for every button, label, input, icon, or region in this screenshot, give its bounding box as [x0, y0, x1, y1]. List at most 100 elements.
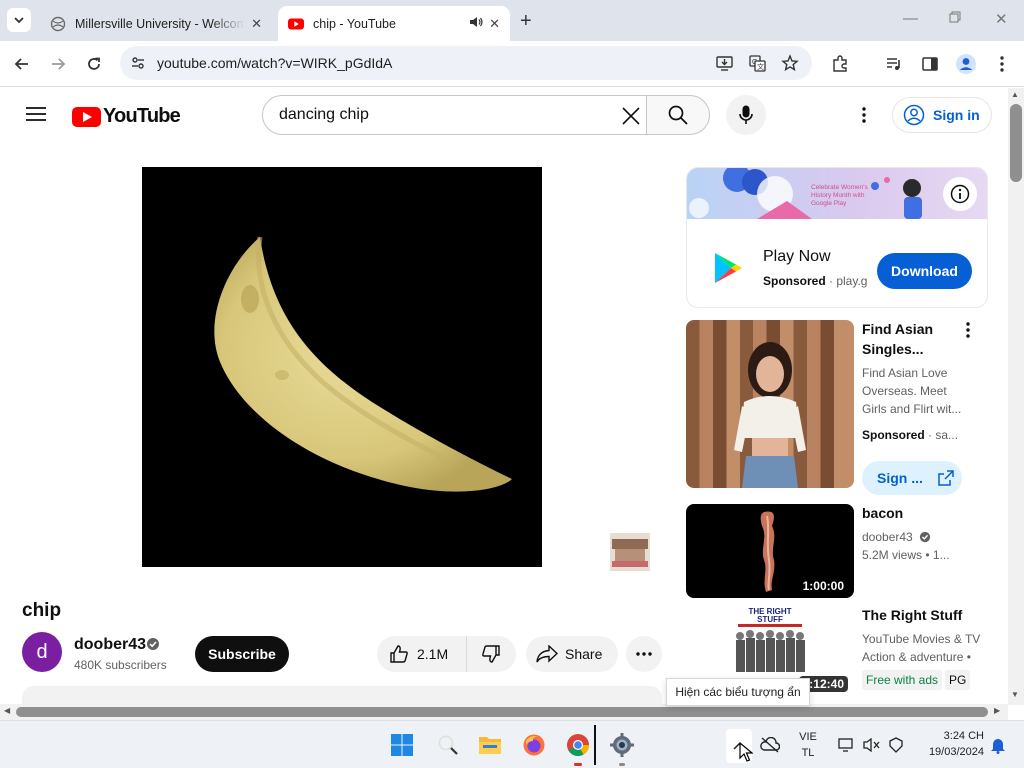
recommendation-thumbnail[interactable]: 1:00:00 [686, 504, 854, 598]
search-input[interactable]: dancing chip [262, 95, 647, 135]
recommendation-menu-icon[interactable] [966, 322, 970, 343]
video-frame[interactable] [142, 167, 542, 567]
account-circle-icon [903, 104, 925, 126]
volume-muted-icon[interactable] [860, 733, 884, 757]
site-settings-icon[interactable] [130, 55, 146, 71]
windows-start-icon[interactable] [390, 733, 414, 757]
person-photo-image [734, 342, 806, 488]
reload-icon[interactable] [83, 53, 105, 75]
clear-search-icon[interactable] [622, 107, 640, 125]
side-panel-icon[interactable] [919, 53, 941, 75]
close-icon[interactable]: ✕ [489, 16, 500, 32]
translate-icon[interactable]: G文 [749, 55, 766, 72]
settings-kebab-icon[interactable] [862, 107, 866, 128]
tab-title: chip - YouTube [313, 16, 396, 31]
forward-arrow-icon[interactable] [47, 53, 69, 75]
google-play-icon [715, 253, 742, 283]
bookmark-star-icon[interactable] [781, 54, 799, 72]
tab-strip: Millersville University - Welcome ✕ chip… [0, 0, 1024, 41]
install-app-icon[interactable] [716, 55, 733, 72]
show-hidden-icons-tooltip: Hiện các biểu tượng ẩn [666, 678, 810, 706]
address-bar[interactable]: youtube.com/watch?v=WIRK_pGdIdA G文 [120, 46, 812, 80]
channel-avatar[interactable]: d [22, 632, 62, 672]
clock-date[interactable]: 19/03/2024 [912, 746, 984, 758]
verified-check-icon [919, 531, 931, 543]
close-icon[interactable]: ✕ [251, 16, 262, 32]
notification-bell-icon[interactable] [986, 733, 1010, 757]
profile-avatar-icon[interactable] [955, 53, 977, 75]
search-button[interactable] [646, 95, 710, 135]
restore-icon[interactable] [949, 10, 961, 27]
keyboard-layout[interactable]: TL [794, 747, 822, 759]
firefox-icon[interactable] [522, 733, 546, 757]
ad-info-button[interactable] [943, 177, 977, 211]
share-label: Share [565, 646, 603, 662]
subscribe-button[interactable]: Subscribe [195, 636, 289, 672]
recommendation-sponsored-line: Sponsored · sa... [862, 426, 970, 444]
recommendation-title[interactable]: Find Asian Singles... [862, 319, 962, 359]
onedrive-offline-icon[interactable] [758, 733, 782, 757]
ad-sign-in-label: Sign ... [877, 470, 923, 486]
media-control-icon[interactable] [883, 53, 905, 75]
window-close-icon[interactable]: ✕ [995, 10, 1008, 28]
chrome-active-indicator [574, 763, 582, 766]
voice-search-button[interactable] [726, 95, 766, 135]
horizontal-scroll-thumb[interactable] [16, 707, 988, 717]
sign-in-label: Sign in [933, 107, 980, 123]
like-button[interactable]: 2.1M [377, 636, 467, 672]
ad-domain: · play.g [829, 274, 868, 288]
share-button[interactable]: Share [526, 636, 618, 672]
scroll-down-arrow-icon[interactable]: ▼ [1011, 690, 1019, 699]
settings-gear-icon[interactable] [610, 733, 634, 757]
youtube-logo[interactable]: YouTube [72, 105, 181, 128]
svg-text:文: 文 [757, 62, 764, 71]
tab-search-button[interactable] [7, 8, 31, 32]
video-title: chip [22, 600, 62, 621]
chrome-icon[interactable] [566, 733, 590, 757]
recommendation-channel[interactable]: YouTube Movies & TV [862, 630, 992, 648]
search-query: dancing chip [279, 106, 369, 123]
speaker-icon[interactable] [469, 15, 483, 32]
browser-menu-icon[interactable] [991, 53, 1013, 75]
globe-icon [50, 16, 66, 31]
tab-youtube[interactable]: chip - YouTube ✕ [278, 6, 510, 41]
video-player[interactable] [22, 153, 662, 581]
windows-taskbar: VIE TL 3:24 CH 19/03/2024 [0, 720, 1024, 768]
youtube-logo-text: YouTube [103, 105, 181, 127]
ad-banner[interactable]: Celebrate Women's History Month with Goo… [687, 168, 987, 219]
youtube-header: YouTube dancing chip Sign in [0, 88, 1008, 144]
battery-icon[interactable] [884, 733, 908, 757]
recommendation-channel[interactable]: doober43 [862, 528, 970, 546]
input-language[interactable]: VIE [794, 731, 822, 743]
back-arrow-icon[interactable] [11, 53, 33, 75]
vertical-scroll-thumb[interactable] [1010, 104, 1022, 182]
download-button[interactable]: Download [877, 253, 972, 289]
hamburger-menu-icon[interactable] [26, 106, 46, 127]
sponsored-ad-card[interactable]: Celebrate Women's History Month with Goo… [686, 167, 988, 308]
recommendation-title[interactable]: bacon [862, 503, 962, 523]
channel-name[interactable]: doober43 [74, 636, 146, 654]
channel-name: doober43 [862, 530, 913, 544]
new-tab-button[interactable]: + [520, 10, 532, 33]
file-explorer-icon[interactable] [478, 733, 502, 757]
ad-title: Play Now [763, 248, 831, 265]
scroll-up-arrow-icon[interactable]: ▲ [1011, 90, 1019, 99]
sign-in-button[interactable]: Sign in [892, 97, 992, 133]
tab-title: Millersville University - Welcome [75, 16, 246, 31]
dislike-button[interactable] [467, 644, 515, 664]
recommendation-thumbnail[interactable] [686, 320, 854, 488]
recommendation-title[interactable]: The Right Stuff [862, 605, 982, 625]
scroll-left-arrow-icon[interactable]: ◀ [4, 706, 10, 715]
ad-sign-in-button[interactable]: Sign ... [862, 461, 962, 495]
network-icon[interactable] [834, 733, 858, 757]
taskbar-search-icon[interactable] [436, 733, 460, 757]
scroll-right-arrow-icon[interactable]: ▶ [994, 706, 1000, 715]
tab-millersville[interactable]: Millersville University - Welcome ✕ [40, 6, 272, 41]
more-actions-button[interactable] [626, 636, 662, 672]
related-thumbnail[interactable] [610, 533, 650, 571]
minimize-icon[interactable]: — [903, 10, 918, 27]
extensions-icon[interactable] [829, 53, 851, 75]
sponsored-label: Sponsored [862, 428, 925, 442]
clock-time[interactable]: 3:24 CH [912, 730, 984, 742]
verified-check-icon [147, 638, 159, 650]
